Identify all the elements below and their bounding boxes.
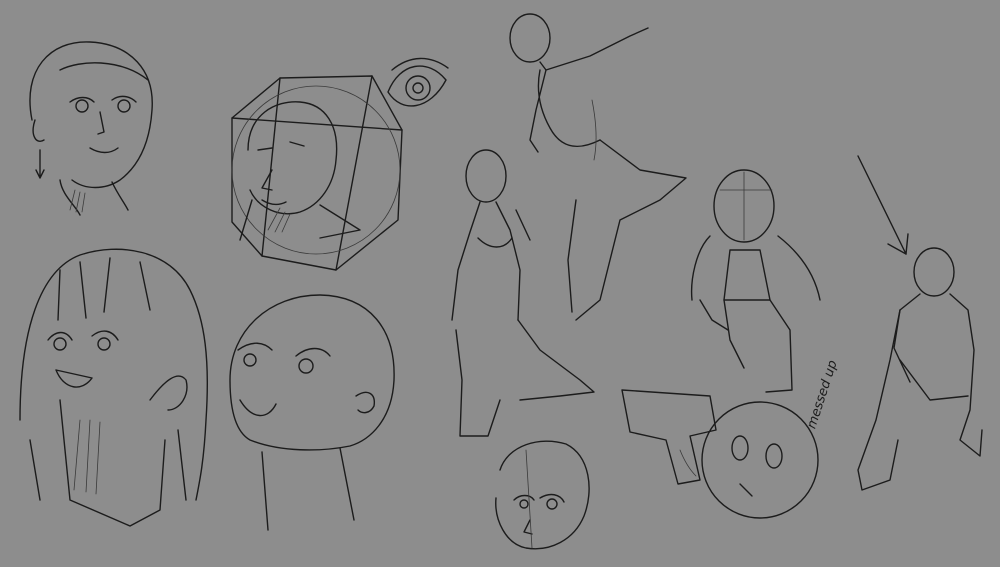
sketch-canvas: messed up	[0, 0, 1000, 567]
sketch-sheet: messed up	[0, 0, 1000, 567]
